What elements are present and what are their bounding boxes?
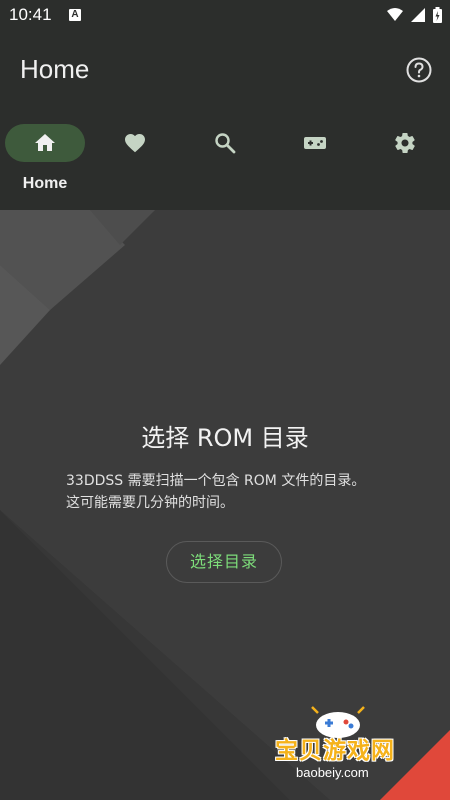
gamepad-icon — [304, 137, 326, 149]
tab-games[interactable] — [275, 124, 355, 194]
status-icons — [387, 7, 442, 23]
main-content: 选择 ROM 目录 33DDSS 需要扫描一个包含 ROM 文件的目录。 这可能… — [0, 210, 450, 800]
select-directory-button[interactable]: 选择目录 — [166, 541, 282, 583]
watermark-url: baobeiy.com — [296, 765, 369, 780]
app-bar: Home Home — [0, 32, 450, 210]
wifi-icon — [387, 8, 403, 21]
watermark: 宝贝游戏网 baobeiy.com — [270, 705, 450, 800]
page-title: Home — [20, 54, 90, 84]
tab-favorites[interactable] — [95, 124, 175, 194]
heart-icon — [125, 134, 145, 153]
home-icon — [35, 134, 55, 151]
battery-icon — [433, 7, 442, 23]
notification-icon: A — [69, 9, 81, 21]
tab-home[interactable]: Home — [5, 124, 85, 194]
help-icon[interactable] — [405, 56, 433, 84]
status-bar: 10:41 A — [0, 0, 450, 32]
tab-home-label: Home — [22, 175, 68, 192]
tab-settings[interactable] — [365, 124, 445, 194]
watermark-text: 宝贝游戏网 — [275, 738, 395, 764]
signal-icon — [411, 8, 425, 22]
content-description: 33DDSS 需要扫描一个包含 ROM 文件的目录。 这可能需要几分钟的时间。 — [66, 470, 396, 514]
description-line-2: 这可能需要几分钟的时间。 — [66, 495, 234, 511]
search-icon — [215, 133, 236, 154]
status-time: 10:41 — [9, 5, 52, 24]
description-line-1: 33DDSS 需要扫描一个包含 ROM 文件的目录。 — [66, 473, 366, 489]
content-title: 选择 ROM 目录 — [141, 424, 309, 452]
gear-icon — [395, 133, 415, 154]
tab-search[interactable] — [185, 124, 265, 194]
